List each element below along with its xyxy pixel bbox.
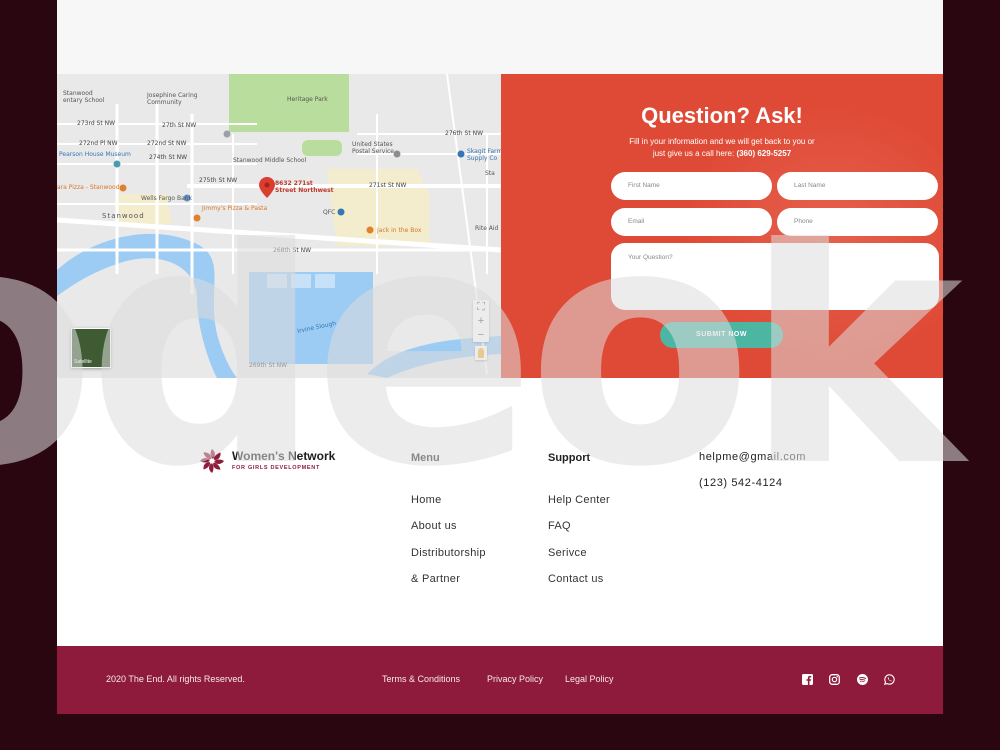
map-label-275th: 275th St NW (199, 177, 238, 184)
map-label-middle-school: Stanwood Middle School (233, 157, 307, 164)
zoom-in-button[interactable]: + (473, 314, 489, 328)
top-band (57, 0, 943, 74)
map-label-27th: 27th St NW (162, 122, 197, 129)
map-label-elementary: Stanwood entary School (63, 90, 105, 104)
support-link-service[interactable]: Serivce (548, 547, 587, 559)
map-zoom-control: ⛶ + − (473, 300, 489, 342)
form-title: Question? Ask! (641, 103, 803, 128)
satellite-label: Satellite (74, 359, 92, 365)
brand-tagline: FOR GIRLS DEVELOPMENT (232, 465, 321, 471)
map-label-269th: 269th St NW (249, 362, 288, 369)
menu-link-partner[interactable]: & Partner (411, 573, 460, 585)
form-subtitle: Fill in your information and we will get… (501, 136, 943, 160)
map-label-274th: 274th St NW (149, 154, 188, 161)
legal-link[interactable]: Legal Policy (565, 674, 614, 684)
map-label-pearson: Pearson House Museum (59, 151, 131, 158)
privacy-link[interactable]: Privacy Policy (487, 674, 543, 684)
menu-link-distributorship[interactable]: Distributorship (411, 547, 486, 559)
contact-email[interactable]: helpme@gmail.com (699, 451, 806, 463)
map-label-pizza: ara Pizza - Stanwood (57, 184, 120, 191)
form-subtitle-line1: Fill in your information and we will get… (629, 137, 815, 146)
map-label-jimmys: Jimmy's Pizza & Pasta (202, 205, 268, 212)
map-label-276th: 276th St NW (445, 130, 484, 137)
map-label-qfc: QFC (323, 209, 336, 216)
last-name-field[interactable]: Last Name (777, 172, 938, 200)
menu-title: Menu (411, 452, 440, 464)
contact-phone[interactable]: (123) 542-4124 (699, 477, 783, 489)
map-label-268th: 268th St NW (273, 247, 312, 254)
zoom-out-button[interactable]: − (473, 328, 489, 342)
support-link-help[interactable]: Help Center (548, 494, 610, 506)
map-label-jack: Jack in the Box (377, 227, 422, 234)
map-label-sta: Sta (485, 170, 495, 177)
map-label-271st: 271st St NW (369, 182, 407, 189)
submit-button[interactable]: SUBMIT NOW (660, 322, 783, 348)
map-label-usps: United States Postal Service (352, 141, 394, 155)
phone-field[interactable]: Phone (777, 208, 938, 236)
brand-name: Women's Network (232, 449, 336, 463)
support-title: Support (548, 452, 591, 464)
first-name-field[interactable]: First Name (611, 172, 772, 200)
support-link-faq[interactable]: FAQ (548, 520, 571, 532)
instagram-icon[interactable] (829, 674, 840, 685)
map-embed[interactable]: Stanwood entary School Josephine Caring Co… (57, 74, 501, 378)
menu-link-about[interactable]: About us (411, 520, 457, 532)
map-label-josephine: Josephine Caring Community (147, 92, 198, 106)
email-field[interactable]: Email (611, 208, 772, 236)
copyright-text: 2020 The End. All rights Reserved. (106, 674, 245, 684)
question-form-panel: Question? Ask! Fill in your information … (501, 74, 943, 378)
brand-mark-icon (200, 449, 224, 473)
page-frame: Stanwood entary School Josephine Caring Co… (57, 0, 943, 714)
menu-link-home[interactable]: Home (411, 494, 442, 506)
satellite-toggle[interactable]: Satellite (71, 328, 111, 368)
map-label-skagit: Skagit Farm Supply Co (467, 148, 501, 162)
terms-link[interactable]: Terms & Conditions (382, 674, 460, 684)
spotify-icon[interactable] (857, 674, 868, 685)
facebook-icon[interactable] (802, 674, 813, 685)
map-label-272nd-st: 272nd St NW (147, 140, 187, 147)
whatsapp-icon[interactable] (884, 674, 895, 685)
map-label-wells: Wells Fargo Bank (141, 195, 193, 202)
map-label-rite-aid: Rite Aid (475, 225, 499, 232)
fullscreen-icon[interactable]: ⛶ (473, 300, 489, 314)
map-label-stanwood: Stanwood (102, 212, 145, 220)
support-link-contact[interactable]: Contact us (548, 573, 604, 585)
form-phone: (360) 629-5257 (736, 149, 792, 158)
map-label-272nd-pl: 272nd Pl NW (79, 140, 118, 147)
question-field[interactable]: Your Question? (611, 243, 939, 310)
map-label-heritage-park: Heritage Park (287, 96, 328, 103)
form-subtitle-line2: just give us a call here: (652, 149, 735, 158)
map-graphic (57, 74, 501, 378)
map-label-273rd: 273rd St NW (77, 120, 116, 127)
bottom-bar: 2020 The End. All rights Reserved. Terms… (57, 646, 943, 714)
street-view-pegman-icon[interactable] (475, 346, 487, 360)
map-label-address: 8632 271st Street Northwest (275, 180, 334, 194)
